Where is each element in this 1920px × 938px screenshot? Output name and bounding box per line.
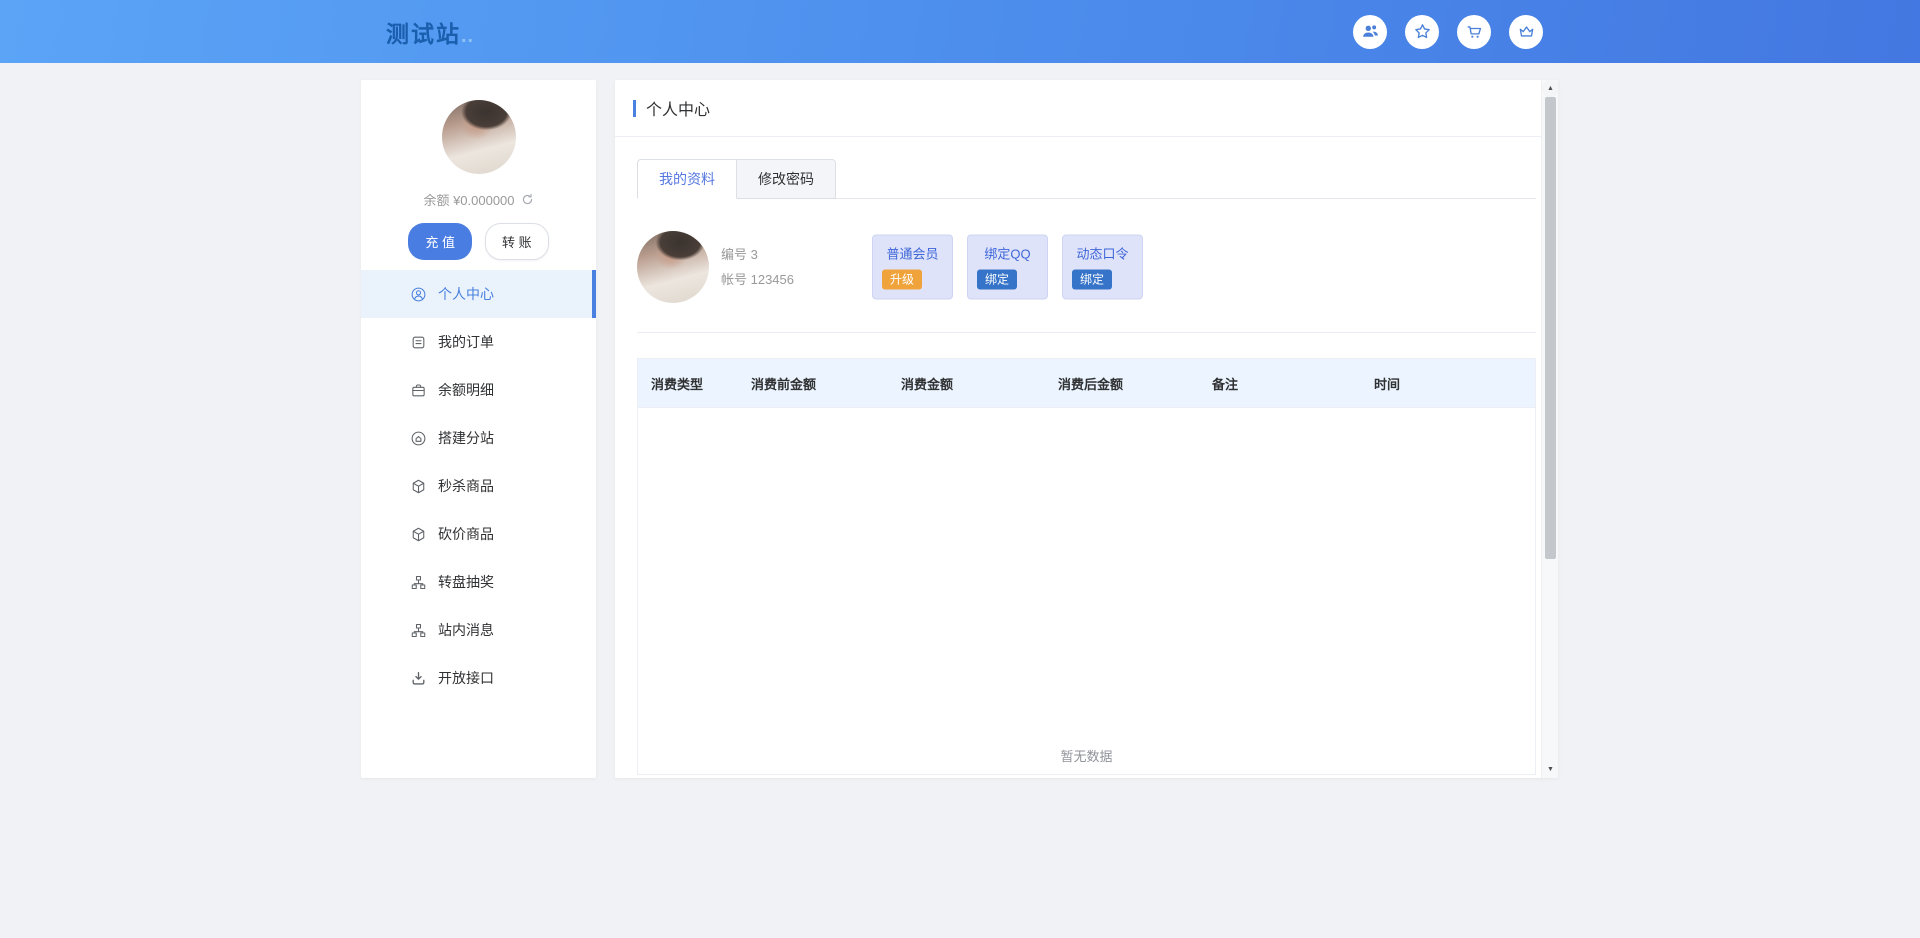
table-header-row: 消费类型 消费前金额 消费金额 消费后金额 备注 时间 [638,359,1535,407]
column-header: 消费后金额 [1045,374,1199,393]
column-header: 消费类型 [638,374,738,393]
otp-bind-button[interactable]: 绑定 [1072,270,1112,290]
profile-avatar[interactable] [637,231,709,303]
title-accent-bar [633,100,636,117]
column-header: 时间 [1361,374,1535,393]
profile-info: 编号 3 帐号 123456 [721,242,794,292]
page-title: 个人中心 [646,96,710,120]
otp-card: 动态口令 绑定 [1062,235,1143,300]
site-logo-dots: .. [461,25,474,47]
scrollbar-thumb[interactable] [1545,97,1556,559]
bind-qq-button[interactable]: 绑定 [977,270,1017,290]
bind-qq-title: 绑定QQ [977,244,1038,263]
empty-state-text: 暂无数据 [638,746,1535,765]
sidebar-item-label: 秒杀商品 [438,476,494,496]
sidebar-item-build-substation[interactable]: 搭建分站 [361,414,596,462]
sidebar-item-personal-center[interactable]: 个人中心 [361,270,596,318]
column-header: 备注 [1199,374,1361,393]
refresh-icon[interactable] [521,193,534,206]
table-body: 暂无数据 [638,407,1535,774]
top-header: 测试站.. [0,0,1920,63]
sidebar: 余额 ¥0.000000 充 值 转 账 个人中心 我的订单 [361,80,596,778]
site-logo-text: 测试站 [386,21,461,47]
balance-text: 余额 ¥0.000000 [423,190,514,209]
vip-crown-icon[interactable] [1509,15,1543,49]
sidebar-menu: 个人中心 我的订单 余额明细 搭建分站 [361,270,596,702]
recharge-button[interactable]: 充 值 [408,223,472,260]
column-header: 消费前金额 [738,374,888,393]
substation-icon [410,430,427,447]
profile-id: 编号 3 [721,242,794,267]
order-icon [410,334,427,351]
member-level-title: 普通会员 [882,244,943,263]
members-icon[interactable] [1353,15,1387,49]
sidebar-item-label: 个人中心 [438,284,494,304]
column-header: 消费金额 [888,374,1045,393]
wallet-icon [410,382,427,399]
sidebar-item-balance-detail[interactable]: 余额明细 [361,366,596,414]
tab-my-profile[interactable]: 我的资料 [637,159,737,199]
sidebar-item-label: 站内消息 [438,620,494,640]
sidebar-item-label: 余额明细 [438,380,494,400]
profile-cards: 普通会员 升级 绑定QQ 绑定 动态口令 绑定 [872,235,1143,300]
balance-actions: 充 值 转 账 [361,223,596,260]
sidebar-item-bargain-goods[interactable]: 砍价商品 [361,510,596,558]
download-icon [410,670,427,687]
tab-bar: 我的资料 修改密码 [637,159,1536,199]
cube-icon [410,526,427,543]
upgrade-button[interactable]: 升级 [882,270,922,290]
tab-change-password[interactable]: 修改密码 [737,159,836,199]
panel-body: 我的资料 修改密码 编号 3 帐号 123456 普通会员 升级 绑定QQ 绑定… [615,159,1558,775]
cube-icon [410,478,427,495]
sidebar-item-my-orders[interactable]: 我的订单 [361,318,596,366]
scroll-up-arrow-icon[interactable]: ▲ [1542,80,1558,97]
sidebar-item-wheel-lottery[interactable]: 转盘抽奖 [361,558,596,606]
sidebar-item-label: 砍价商品 [438,524,494,544]
shop-cart-icon[interactable] [1457,15,1491,49]
sidebar-item-label: 搭建分站 [438,428,494,448]
transfer-button[interactable]: 转 账 [485,223,549,260]
section-divider [637,332,1536,333]
balance-row: 余额 ¥0.000000 [361,190,596,209]
user-circle-icon [410,286,427,303]
sidebar-item-label: 我的订单 [438,332,494,352]
header-icon-group [1353,15,1543,49]
bind-qq-card: 绑定QQ 绑定 [967,235,1048,300]
main-panel: 个人中心 我的资料 修改密码 编号 3 帐号 123456 普通会员 升级 绑定… [615,80,1558,778]
sidebar-item-label: 转盘抽奖 [438,572,494,592]
profile-account: 帐号 123456 [721,267,794,292]
profile-section: 编号 3 帐号 123456 普通会员 升级 绑定QQ 绑定 动态口令 绑定 [637,231,1536,303]
sitemap-icon [410,622,427,639]
sitemap-icon [410,574,427,591]
otp-title: 动态口令 [1072,244,1133,263]
member-level-card: 普通会员 升级 [872,235,953,300]
scroll-down-arrow-icon[interactable]: ▼ [1542,761,1558,778]
site-logo[interactable]: 测试站.. [386,15,474,49]
sidebar-item-site-messages[interactable]: 站内消息 [361,606,596,654]
consumption-table: 消费类型 消费前金额 消费金额 消费后金额 备注 时间 暂无数据 [637,358,1536,775]
favorites-star-icon[interactable] [1405,15,1439,49]
sidebar-item-label: 开放接口 [438,668,494,688]
sidebar-item-open-api[interactable]: 开放接口 [361,654,596,702]
sidebar-item-seckill-goods[interactable]: 秒杀商品 [361,462,596,510]
vertical-scrollbar[interactable]: ▲ ▼ [1541,80,1558,778]
page-title-bar: 个人中心 [615,80,1558,137]
user-avatar[interactable] [442,100,516,174]
